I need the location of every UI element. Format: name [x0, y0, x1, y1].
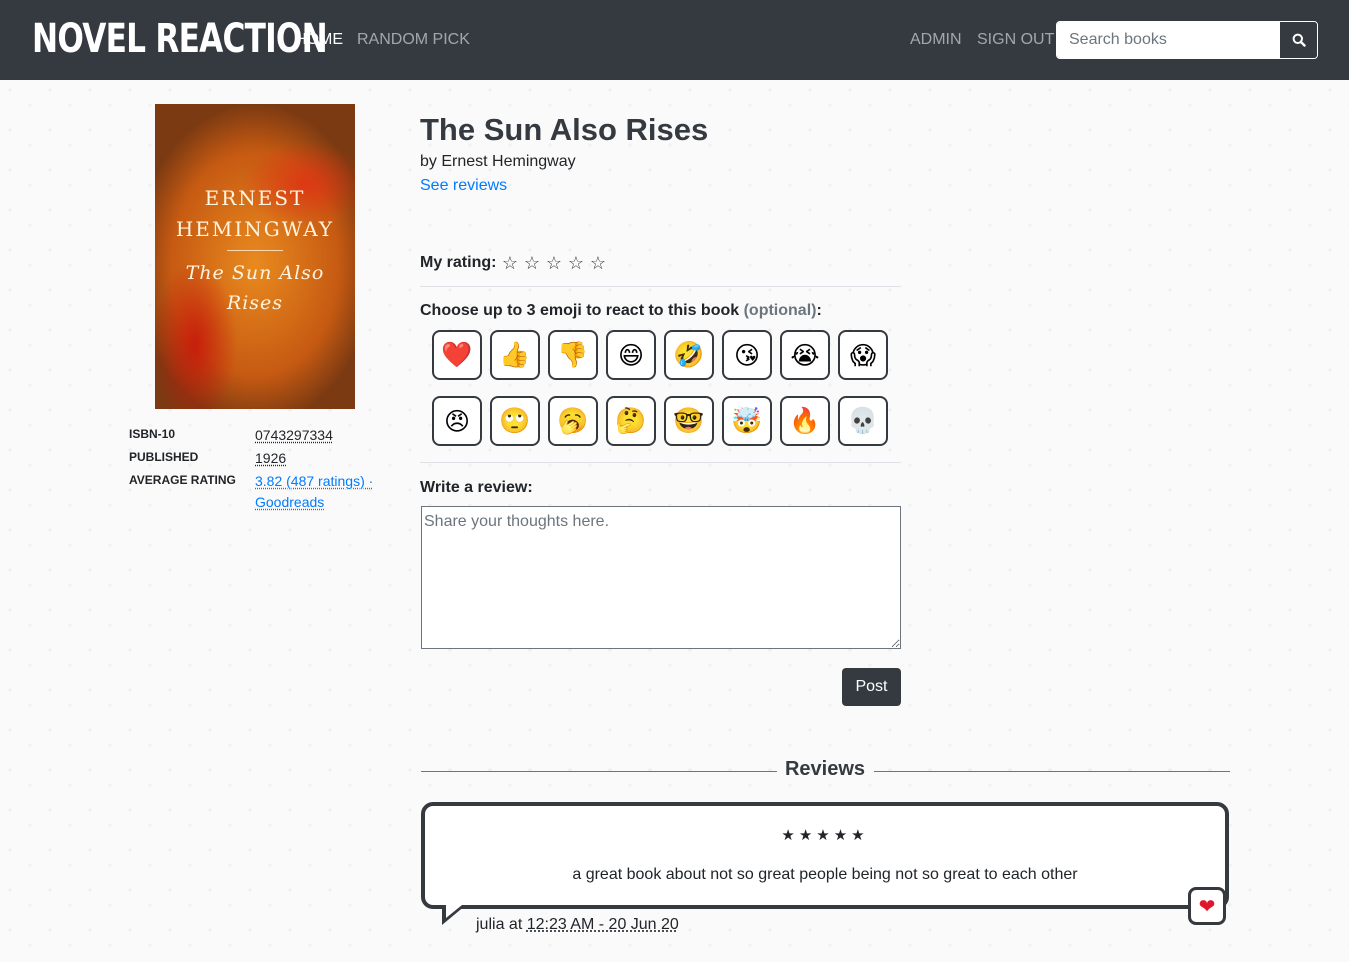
review-timestamp: 12:23 AM - 20 Jun 20 [526, 916, 679, 933]
emoji-thumbs-up-button[interactable]: 👍 [490, 330, 540, 380]
emoji-crying-button[interactable]: 😭 [780, 330, 830, 380]
nav-admin[interactable]: ADMIN [910, 30, 962, 50]
search-input[interactable] [1057, 22, 1279, 58]
goodreads-rating-link[interactable]: 3.82 (487 ratings) · [255, 473, 373, 489]
emoji-nerd-button[interactable]: 🤓 [664, 396, 714, 446]
search-form [1056, 21, 1318, 59]
emoji-rofl-button[interactable]: 🤣 [664, 330, 714, 380]
rating-star-3[interactable]: ☆ [545, 254, 562, 272]
reviews-heading: Reviews [784, 758, 866, 780]
rating-star-5[interactable]: ☆ [589, 254, 606, 272]
emoji-mind-blown-button[interactable]: 🤯 [722, 396, 772, 446]
divider [420, 462, 901, 463]
emoji-prompt-text: Choose up to 3 emoji to react to this bo… [420, 302, 740, 319]
brand-logo[interactable]: NOVEL REACTION [32, 14, 328, 64]
cover-divider [227, 250, 283, 251]
cover-author-line: HEMINGWAY [175, 217, 335, 241]
cover-title-line: Rises [226, 292, 284, 314]
emoji-yawning-button[interactable]: 🥱 [548, 396, 598, 446]
nav-home[interactable]: HOME [295, 30, 343, 50]
rating-star-4[interactable]: ☆ [567, 254, 584, 272]
review-author: julia [476, 916, 505, 933]
average-rating-label: AVERAGE RATING [129, 473, 236, 487]
navbar: NOVEL REACTION HOME RANDOM PICK ADMIN SI… [0, 0, 1349, 80]
my-rating-label: My rating: [420, 254, 497, 271]
review-card [421, 802, 1229, 909]
review-textarea[interactable] [421, 506, 901, 649]
emoji-prompt-colon: : [816, 302, 822, 319]
book-cover: ERNEST HEMINGWAY The Sun Also Rises [155, 104, 355, 409]
isbn-label: ISBN-10 [129, 427, 176, 441]
emoji-prompt: Choose up to 3 emoji to react to this bo… [420, 302, 822, 320]
emoji-thinking-button[interactable]: 🤔 [606, 396, 656, 446]
write-review-label: Write a review: [420, 479, 533, 496]
emoji-grinning-button[interactable]: 😄 [606, 330, 656, 380]
cover-title-line: The Sun Also [185, 262, 325, 284]
reviews-divider-left [421, 771, 777, 772]
emoji-screaming-button[interactable]: 😱 [838, 330, 888, 380]
my-rating: My rating: ☆ ☆ ☆ ☆ ☆ [420, 254, 606, 272]
emoji-thumbs-down-button[interactable]: 👎 [548, 330, 598, 380]
published-label: PUBLISHED [129, 450, 199, 464]
divider [420, 286, 901, 287]
review-star-rating: ★★★★★ [781, 827, 869, 844]
book-author: by Ernest Hemingway [420, 153, 576, 170]
post-button[interactable]: Post [842, 668, 901, 706]
goodreads-link[interactable]: Goodreads [255, 494, 324, 510]
reviews-divider-right [874, 771, 1230, 772]
search-icon [1292, 33, 1306, 47]
isbn-value: 0743297334 [255, 427, 333, 443]
review-text: a great book about not so great people b… [572, 866, 1078, 883]
emoji-skull-button[interactable]: 💀 [838, 396, 888, 446]
review-byline: julia at 12:23 AM - 20 Jun 20 [476, 916, 679, 934]
rating-star-1[interactable]: ☆ [501, 254, 518, 272]
emoji-optional-text: (optional) [743, 302, 817, 319]
emoji-angry-button[interactable]: 😠 [432, 396, 482, 446]
emoji-heart-button[interactable]: ❤️ [432, 330, 482, 380]
emoji-picker: ❤️ 👍 👎 😄 🤣 😘 😭 😱 😠 🙄 🥱 🤔 🤓 🤯 🔥 💀 [432, 330, 892, 446]
emoji-fire-button[interactable]: 🔥 [780, 396, 830, 446]
review-at: at [508, 916, 523, 933]
book-title: The Sun Also Rises [420, 112, 709, 147]
nav-sign-out[interactable]: SIGN OUT [977, 30, 1054, 50]
search-button[interactable] [1279, 22, 1317, 58]
nav-random-pick[interactable]: RANDOM PICK [357, 30, 470, 50]
emoji-eye-roll-button[interactable]: 🙄 [490, 396, 540, 446]
review-reaction-heart-icon: ❤ [1188, 887, 1226, 925]
see-reviews-link[interactable]: See reviews [420, 177, 507, 195]
cover-author-line: ERNEST [204, 186, 306, 210]
rating-star-2[interactable]: ☆ [523, 254, 540, 272]
published-value: 1926 [255, 450, 287, 466]
review-bubble-tail-inner [446, 905, 462, 918]
emoji-kissing-heart-button[interactable]: 😘 [722, 330, 772, 380]
